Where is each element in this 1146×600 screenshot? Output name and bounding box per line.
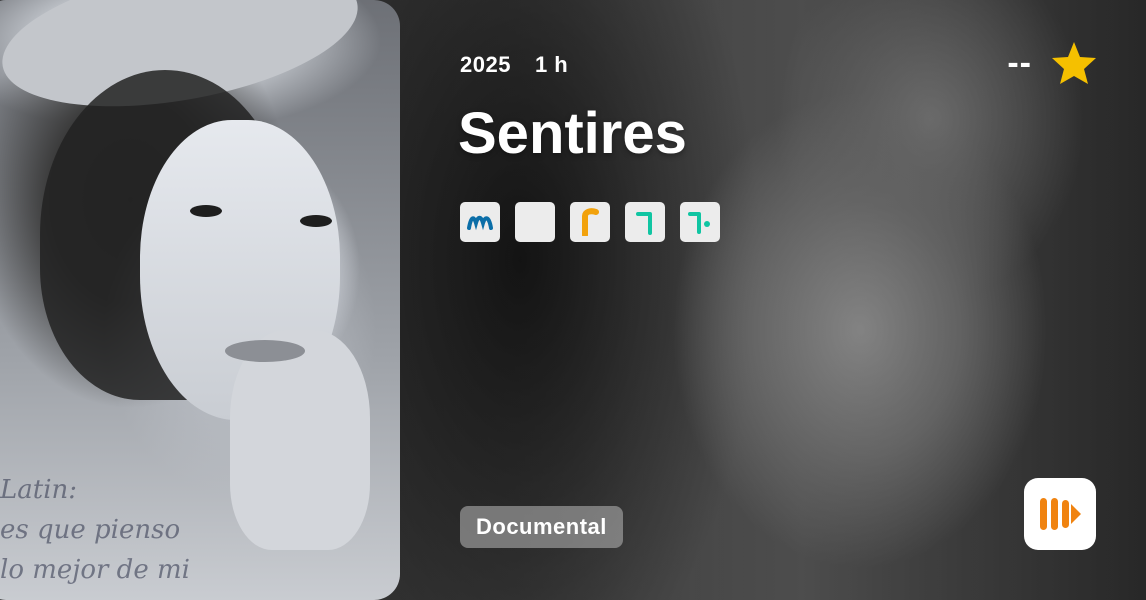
genre-tag[interactable]: Documental: [460, 506, 623, 548]
provider-movistar[interactable]: [460, 202, 500, 242]
poster-image[interactable]: Latin: es que pienso lo mejor de mi: [0, 0, 400, 600]
provider-filmin-2[interactable]: [680, 202, 720, 242]
provider-blank[interactable]: [515, 202, 555, 242]
brand-button[interactable]: [1024, 478, 1096, 550]
play-stripes-icon: [1040, 498, 1081, 530]
rating-score: --: [1007, 43, 1032, 82]
provider-filmin-1[interactable]: [625, 202, 665, 242]
filmin-icon: [636, 212, 652, 235]
movie-title: Sentires: [458, 101, 687, 166]
provider-rakuten[interactable]: [570, 202, 610, 242]
poster-eye-left: [190, 205, 222, 217]
rakuten-r-icon: [582, 208, 599, 236]
rating: --: [1007, 40, 1098, 86]
provider-list: [460, 202, 720, 242]
star-icon: [1052, 42, 1096, 84]
release-year: 2025: [460, 52, 511, 77]
title-meta: 2025 1 h: [460, 52, 568, 78]
title-card: Latin: es que pienso lo mejor de mi 2025…: [0, 0, 1146, 600]
runtime: 1 h: [534, 52, 569, 77]
poster-eye-right: [300, 215, 332, 227]
filmin-dot-icon: [688, 212, 710, 234]
poster-handwriting: Latin: es que pienso lo mejor de mi: [0, 475, 190, 585]
poster-lips: [225, 340, 305, 362]
movistar-icon: [467, 215, 493, 231]
